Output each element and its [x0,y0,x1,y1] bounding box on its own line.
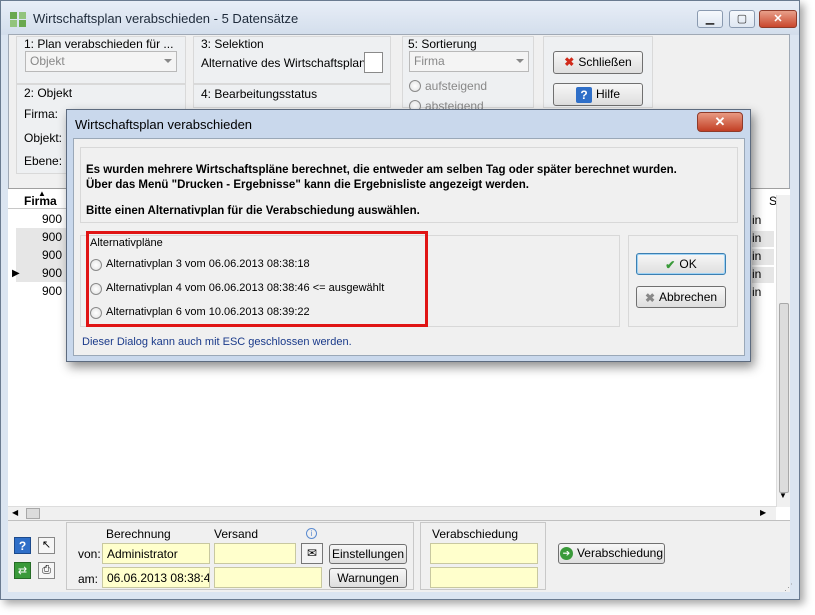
grid-row[interactable]: 900 [16,246,66,264]
vertical-scrollbar[interactable]: ▼ [776,195,790,507]
plan-label: 1: Plan verabschieden für ... [24,37,174,51]
plan-combo-value: Objekt [30,54,65,68]
resize-grip-icon[interactable]: ⋰ [784,582,793,593]
warnungen-button[interactable]: Warnungen [329,568,407,588]
verabschiedung-button-label: Verabschiedung [576,546,664,560]
minimize-button[interactable]: ▁ [697,10,723,28]
bearbeitung-label: 4: Bearbeitungsstatus [201,87,318,101]
grid-cell: in [752,213,774,229]
scroll-thumb[interactable] [779,303,789,493]
alternative-input[interactable] [364,52,383,73]
am-label: am: [78,572,99,586]
close-x-icon: ✖ [564,55,575,70]
objekt-group-label: 2: Objekt [24,86,73,100]
schliessen-label: Schließen [578,55,632,69]
grid-cell: in [752,267,774,283]
grid-row[interactable]: 900 [16,228,66,246]
cursor-icon[interactable]: ↖ [38,537,55,554]
hilfe-button[interactable]: ? Hilfe [553,83,643,106]
sortierung-combo[interactable]: Firma [409,51,529,72]
berechnung-von-field[interactable]: Administrator [102,543,210,564]
berechnung-label: Berechnung [106,527,171,541]
app-icon [10,12,26,27]
message-line-3: Bitte einen Alternativplan für die Verab… [86,205,420,217]
scroll-thumb[interactable] [26,508,40,519]
versand-am-field[interactable] [214,567,322,588]
highlight-frame [86,231,428,327]
maximize-button[interactable]: ▢ [729,10,755,28]
ebene-label: Ebene: [24,154,63,168]
title-bar: Wirtschaftsplan verabschieden - 5 Datens… [1,1,799,35]
checkmark-icon: ✔ [665,257,676,272]
alternativplan-dialog: Wirtschaftsplan verabschieden ✕ Es wurde… [66,109,751,362]
chevron-left-icon[interactable]: ◀ [12,508,18,517]
sortierung-group: 5: Sortierung Firma aufsteigend absteige… [402,36,534,113]
chevron-down-icon [516,59,524,63]
help-icon[interactable]: ? [14,537,31,554]
abbrechen-label: Abbrechen [659,290,718,304]
dialog-close-button[interactable]: ✕ [697,112,743,132]
schliessen-button[interactable]: ✖ Schließen [553,51,643,74]
verabschiedung-label: Verabschiedung [432,527,519,541]
chevron-down-icon [164,59,172,63]
plan-group: 1: Plan verabschieden für ... Objekt [16,36,186,84]
bearbeitung-group: 4: Bearbeitungsstatus [193,84,391,108]
sortierung-combo-value: Firma [414,54,445,68]
refresh-icon[interactable]: ⇄ [14,562,31,579]
ok-label: OK [679,257,697,271]
verabschiedung-von-field[interactable] [430,543,538,564]
row-pointer-icon: ▶ [12,268,20,279]
help-icon: ? [575,86,592,103]
von-label: von: [78,547,101,561]
ok-button[interactable]: ✔ OK [636,253,726,275]
abbrechen-button[interactable]: ✖ Abbrechen [636,286,726,308]
dialog-title: Wirtschaftsplan verabschieden [75,117,253,132]
message-line-2: Über das Menü "Drucken - Ergebnisse" kan… [86,179,529,191]
firma-label: Firma: [24,107,58,121]
versand-label: Versand [214,527,259,541]
window-title: Wirtschaftsplan verabschieden - 5 Datens… [33,11,299,26]
horizontal-scrollbar[interactable]: ◀ ▶ [8,506,776,520]
grid-cell: in [752,231,774,247]
chevron-down-icon[interactable]: ▼ [779,491,787,500]
versand-von-field[interactable] [214,543,296,564]
grid-row[interactable]: 900 [16,282,66,300]
info-icon: i [306,528,317,539]
grid-row[interactable]: 900 [16,264,66,282]
sortierung-label: 5: Sortierung [408,37,477,51]
cancel-x-icon: ✖ [644,290,655,305]
envelope-icon[interactable]: ✉ [301,543,323,564]
verabschiedung-am-field[interactable] [430,567,538,588]
grid-cell: in [752,285,774,301]
einstellungen-button[interactable]: Einstellungen [329,544,407,564]
arrow-right-icon: ➔ [559,547,573,561]
plan-combo[interactable]: Objekt [25,51,177,72]
dialog-button-group [628,235,738,327]
dialog-footer-hint: Dieser Dialog kann auch mit ESC geschlos… [82,336,352,348]
close-button[interactable]: ✕ [759,10,797,28]
berechnung-am-field[interactable]: 06.06.2013 08:38:46 [102,567,210,588]
sort-up-icon: ▲ [38,189,46,198]
alternative-label: Alternative des Wirtschaftsplans: [201,56,376,70]
selektion-group: 3: Selektion Alternative des Wirtschafts… [193,36,391,84]
grid-row[interactable]: 900 [16,210,66,228]
grid-cell: in [752,249,774,265]
message-line-1: Es wurden mehrere Wirtschaftspläne berec… [86,164,677,176]
hilfe-label: Hilfe [595,87,620,101]
aufsteigend-label: aufsteigend [425,79,488,93]
objekt-label: Objekt: [24,131,63,145]
dialog-client: Es wurden mehrere Wirtschaftspläne berec… [73,138,745,356]
verabschiedung-button[interactable]: ➔ Verabschiedung [558,543,665,564]
chevron-right-icon[interactable]: ▶ [760,508,766,517]
selektion-label: 3: Selektion [201,37,264,51]
printer-icon[interactable]: ⎙ [38,562,55,579]
aufsteigend-radio[interactable] [409,80,421,92]
